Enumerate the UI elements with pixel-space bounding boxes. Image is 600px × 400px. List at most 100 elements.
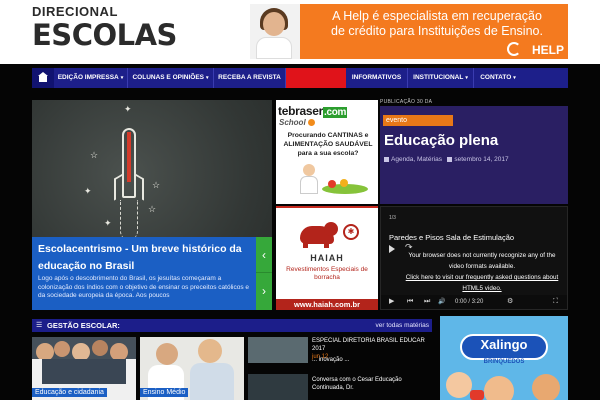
fullscreen-button[interactable]: ⛶ xyxy=(553,295,558,309)
main-nav: EDIÇÃO IMPRESSA ▾ COLUNAS E OPINIÕES ▾ REC… xyxy=(32,68,568,88)
play-icon[interactable] xyxy=(389,245,395,253)
logo-bottom-text: ESCOLAS xyxy=(32,18,177,52)
chevron-down-icon: ▾ xyxy=(206,75,209,81)
section-title: GESTÃO ESCOLAR: xyxy=(47,321,120,330)
help-banner-ad[interactable]: A Help é especialista em recuperação de … xyxy=(250,4,568,59)
xalingo-ad[interactable]: Xalingo BRINQUEDOS xyxy=(440,316,568,400)
tebraser-logo: tebraser.com xyxy=(278,104,348,118)
settings-button[interactable]: ⚙ xyxy=(507,295,513,309)
nav-item-label: RECEBA A REVISTA xyxy=(218,74,281,81)
child-image xyxy=(532,374,560,400)
side-article-title[interactable]: ... inovação ... xyxy=(312,357,349,363)
skip-back-button[interactable]: ⏮ xyxy=(407,295,413,309)
page: DIRECIONAL ESCOLAS A Help é especialista… xyxy=(0,0,600,400)
star-icon: ☆ xyxy=(148,204,157,214)
video-counter: 1/3 xyxy=(389,215,396,221)
article-thumb[interactable]: Ensino Médio xyxy=(140,337,244,400)
haiah-ad[interactable]: ✱ HAIAH Revestimentos Especiais de borra… xyxy=(276,206,378,310)
home-icon-base xyxy=(39,76,47,82)
banner-line-2: de crédito para Instituições de Ensino. xyxy=(331,24,543,38)
fruit-icon xyxy=(340,179,348,187)
nav-item-label: INFORMATIVOS xyxy=(351,74,402,81)
slider-caption[interactable]: Escolacentrismo - Um breve histórico da … xyxy=(32,237,256,310)
haiah-badge-icon: ✱ xyxy=(343,224,359,240)
video-faq-link[interactable]: Click here to visit our frequently asked… xyxy=(396,272,568,283)
fruit-icon xyxy=(328,180,336,188)
xalingo-sub: BRINQUEDOS xyxy=(483,359,525,365)
chevron-down-icon: ▾ xyxy=(465,75,468,81)
nav-home-button[interactable] xyxy=(32,68,54,88)
child-image xyxy=(446,372,472,398)
publication-label: PUBLICAÇÃO 30 DA xyxy=(380,99,433,105)
nav-item-colunas[interactable]: COLUNAS E OPINIÕES ▾ xyxy=(128,68,214,88)
nav-item-label: EDIÇÃO IMPRESSA xyxy=(57,74,119,81)
nav-item-receba-revista[interactable]: RECEBA A REVISTA xyxy=(214,68,286,88)
site-logo[interactable]: DIRECIONAL ESCOLAS xyxy=(32,4,202,54)
video-time: 0:00 / 3:20 xyxy=(455,299,484,305)
slider-prev-button[interactable]: ‹ xyxy=(256,237,272,273)
video-controls: ▶ ⏮ ⏭ 🔊 0:00 / 3:20 ⚙ ⛶ xyxy=(381,295,567,309)
list-icon: ☰ xyxy=(36,322,43,329)
banner-brand: HELP xyxy=(531,43,564,57)
nav-highlight-slot xyxy=(286,68,346,88)
tebraser-brand: tebraser xyxy=(278,104,323,118)
star-icon: ☆ xyxy=(90,150,99,160)
play-button[interactable]: ▶ xyxy=(389,295,394,309)
slider-arrows: ‹ › xyxy=(256,237,272,310)
video-msg-line2: video formats available. xyxy=(448,263,516,270)
slider-description: Logo após o descobrimento do Brasil, os … xyxy=(38,275,250,299)
child-image xyxy=(298,164,320,194)
site-header: DIRECIONAL ESCOLAS A Help é especialista… xyxy=(0,0,600,64)
video-faq-link-2[interactable]: HTML5 video. xyxy=(396,283,568,294)
video-player[interactable]: 1/3 Paredes e Pisos Sala de Estimulação … xyxy=(380,206,568,310)
article-thumb[interactable]: Educação e cidadania xyxy=(32,337,136,400)
child-image xyxy=(484,376,514,400)
event-title[interactable]: Educação plena xyxy=(384,132,498,149)
article-thumb-small[interactable] xyxy=(248,374,308,400)
haiah-description: Revestimentos Especiais de borracha xyxy=(286,266,368,281)
volume-button[interactable]: 🔊 xyxy=(438,295,445,309)
article-thumb-small[interactable] xyxy=(248,337,308,363)
side-article-title[interactable]: Conversa com o Cesar Educação Continuada… xyxy=(312,377,402,391)
star-icon: ☆ xyxy=(152,180,161,190)
star-icon: ✦ xyxy=(84,186,92,196)
nav-item-label: CONTATO xyxy=(480,74,512,81)
share-icon[interactable]: ↷ xyxy=(405,242,413,253)
nav-item-institucional[interactable]: INSTITUCIONAL ▾ xyxy=(408,68,474,88)
elephant-logo-icon xyxy=(300,222,340,248)
banner-line-1: A Help é especialista em recuperação xyxy=(332,9,542,23)
side-article[interactable]: ... inovação ... xyxy=(312,356,432,364)
nav-item-label: COLUNAS E OPINIÕES xyxy=(132,74,204,81)
logo-top-text: DIRECIONAL xyxy=(32,4,118,19)
haiah-name: HAIAH xyxy=(310,253,344,263)
nav-item-informativos[interactable]: INFORMATIVOS xyxy=(346,68,408,88)
skip-forward-button[interactable]: ⏭ xyxy=(424,295,430,309)
slider-next-button[interactable]: › xyxy=(256,273,272,309)
nav-item-edicao-impressa[interactable]: EDIÇÃO IMPRESSA ▾ xyxy=(54,68,128,88)
chevron-down-icon: ▾ xyxy=(513,75,516,81)
event-categories[interactable]: Agenda, Matérias xyxy=(391,156,442,163)
event-card[interactable]: evento Educação plena Agenda, Matérias s… xyxy=(380,106,568,204)
banner-girl-image xyxy=(250,4,300,59)
slider-title[interactable]: Escolacentrismo - Um breve histórico da … xyxy=(38,241,252,275)
nav-item-contato[interactable]: CONTATO ▾ xyxy=(474,68,522,88)
category-label[interactable]: Educação e cidadania xyxy=(32,388,107,397)
side-article-title[interactable]: ESPECIAL DIRETORIA BRASIL EDUCAR 2017 xyxy=(312,338,425,352)
rocket-illustration xyxy=(114,128,144,240)
section-header-gestao: ☰ GESTÃO ESCOLAR: ver todas matérias xyxy=(32,319,432,332)
video-msg-line1: Your browser does not currently recogniz… xyxy=(408,252,556,259)
category-badge[interactable]: evento xyxy=(383,115,453,126)
help-logo-icon xyxy=(507,42,521,56)
tebraser-school-label: School xyxy=(279,118,306,127)
star-icon: ✦ xyxy=(104,218,112,228)
side-article[interactable]: Conversa com o Cesar Educação Continuada… xyxy=(312,376,432,392)
folder-icon xyxy=(384,156,389,162)
tebraser-ad[interactable]: tebraser.com School Procurando CANTINAS … xyxy=(276,100,378,204)
view-all-link[interactable]: ver todas matérias xyxy=(376,319,429,332)
apple-icon xyxy=(307,119,315,127)
featured-slider[interactable]: ✦ ☆ ✦ ☆ ☆ ✦ Escolacentrismo - Um breve h… xyxy=(32,100,272,310)
category-label[interactable]: Ensino Médio xyxy=(140,388,189,397)
toy-car-image xyxy=(470,390,484,400)
haiah-url: www.haiah.com.br xyxy=(276,299,378,310)
nav-item-label: INSTITUCIONAL xyxy=(413,74,464,81)
